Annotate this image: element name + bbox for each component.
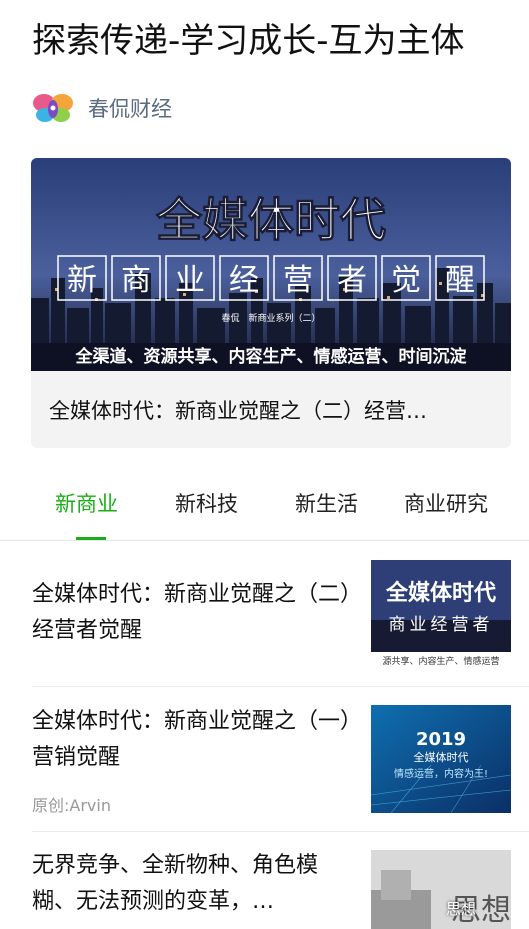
butterfly-logo-icon [33,94,73,122]
article-thumbnail: 思想 [371,850,511,929]
banner-image: 全媒体时代 新商业经营者觉醒 春侃 新商业系列（二） 全渠道、资源共享、内容生产… [31,158,511,371]
subtitle-char: 业 [175,263,205,298]
page-title: 探索传递-学习成长-互为主体 [32,21,465,61]
subtitle-char: 经 [229,263,259,298]
article-headline: 无界竞争、全新物种、角色模糊、无法预测的变革，… [32,853,319,914]
thumbnail-title: 全媒体时代 [385,580,496,606]
article-thumbnail: 全媒体时代 商业经营者 源共享、内容生产、情感运营 [371,560,511,668]
subtitle-char: 醒 [445,263,475,298]
article-page: 探索传递-学习成长-互为主体 春侃财经 全媒体时代 新 商 业 经 营 者 觉 … [0,0,529,929]
category-tabs: 新商业 新科技 新生活 商业研究 [0,470,529,541]
subtitle-char: 营 [283,263,313,298]
subtitle-char: 者 [337,263,367,298]
account-row[interactable]: 春侃财经 [32,88,172,128]
subtitle-char: 商 [121,263,151,298]
watermark-label: 思想 [446,900,477,918]
account-name: 春侃财经 [88,97,172,121]
thumbnail-title: 全媒体时代 [414,750,469,764]
tab-new-tech[interactable]: 新科技 [175,488,238,518]
list-item[interactable]: 全媒体时代：新商业觉醒之（一）营销觉醒 原创:Arvin 2019 全媒体时代 … [0,686,529,830]
active-tab-indicator [76,537,106,540]
subtitle-char: 新 [67,263,97,298]
featured-banner[interactable]: 全媒体时代 新商业经营者觉醒 春侃 新商业系列（二） 全渠道、资源共享、内容生产… [31,158,511,448]
thumbnail-subtitle: 商业经营者 [389,615,494,635]
thumbnail-tagline: 情感运营，内容为王! [394,767,488,780]
list-item[interactable]: 全媒体时代：新商业觉醒之（二）经营者觉醒 全媒体时代 商业经营者 源共享、内容生… [0,541,529,685]
subtitle-char: 觉 [391,263,421,298]
article-headline: 全媒体时代：新商业觉醒之（一）营销觉醒 [32,709,352,770]
article-author: 原创:Arvin [32,796,111,815]
tab-new-life[interactable]: 新生活 [295,488,358,518]
article-headline: 全媒体时代：新商业觉醒之（二）经营者觉醒 [32,582,352,643]
thumbnail-year: 2019 [416,729,466,750]
thumbnail-tagline: 源共享、内容生产、情感运营 [382,655,499,667]
article-thumbnail: 2019 全媒体时代 情感运营，内容为王! [371,705,511,813]
banner-caption: 全媒体时代：新商业觉醒之（二）经营… [49,398,427,423]
tab-business-research[interactable]: 商业研究 [404,488,488,518]
banner-image-title: 全媒体时代 [155,193,386,247]
banner-image-tagline: 全渠道、资源共享、内容生产、情感运营、时间沉淀 [75,346,468,367]
tab-new-business[interactable]: 新商业 [55,488,118,518]
banner-image-small-text: 春侃 新商业系列（二） [221,312,320,324]
